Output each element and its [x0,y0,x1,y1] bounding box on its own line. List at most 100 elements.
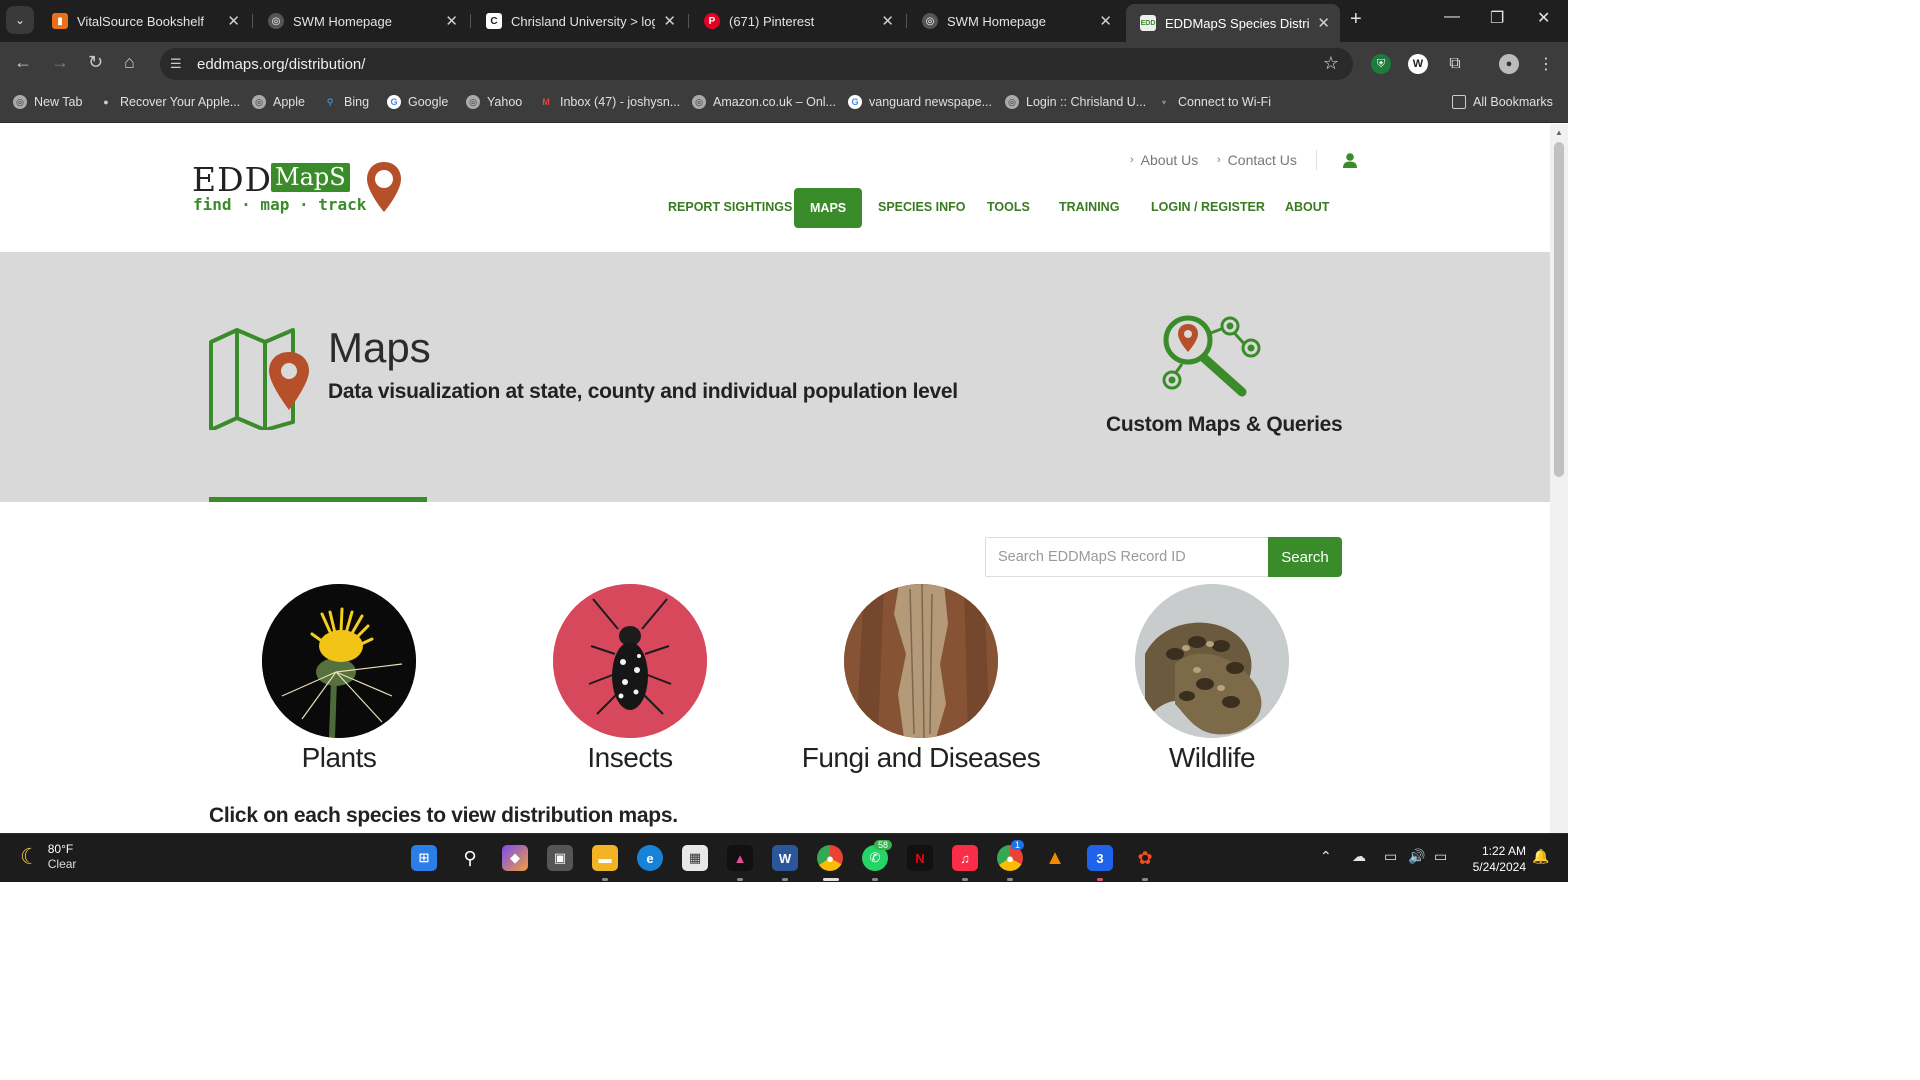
page-scrollbar[interactable]: ▲ [1550,124,1568,833]
nav-species-info[interactable]: SPECIES INFO [878,200,966,214]
close-tab-icon[interactable]: ✕ [663,12,676,30]
bookmark-vanguard[interactable]: Gvanguard newspape... [848,95,992,109]
close-tab-icon[interactable]: ✕ [445,12,458,30]
bookmark-bing[interactable]: ⚲ Bing [323,95,369,109]
custom-maps-queries-icon[interactable] [1158,312,1268,404]
windows-start-icon[interactable]: ⊞ [411,845,437,871]
onedrive-icon[interactable]: ☁ [1352,848,1366,865]
weather-widget[interactable]: ☾ 80°F Clear [20,842,76,872]
search-button[interactable]: Search [1268,537,1342,577]
new-tab-button[interactable]: + [1350,8,1362,31]
tab-search-button[interactable]: ⌄ [6,6,34,34]
eddmaps-logo[interactable]: EDD MapS find · map · track [192,160,407,220]
globe-icon: ◎ [922,13,938,29]
fungi-diseases-image[interactable] [844,584,998,738]
edge-icon[interactable]: e [637,845,663,871]
record-id-search-box[interactable] [985,537,1270,577]
tab-chrisland[interactable]: C Chrisland University > login ✕ [472,6,686,36]
extensions-puzzle-icon[interactable]: ⧉ [1445,54,1465,74]
bookmark-new-tab[interactable]: ◎ New Tab [13,95,82,109]
custom-maps-queries-label[interactable]: Custom Maps & Queries [1106,413,1343,437]
restore-icon[interactable]: ❐ [1490,8,1504,28]
bookmark-gmail-inbox[interactable]: M Inbox (47) - joshysn... [539,95,680,109]
google-icon: G [387,95,401,109]
close-tab-icon[interactable]: ✕ [881,12,894,30]
netflix-icon[interactable]: N [907,845,933,871]
category-label[interactable]: Fungi and Diseases [771,742,1071,774]
category-fungi-diseases[interactable]: Fungi and Diseases [771,584,1071,774]
profile-avatar[interactable]: ● [1499,54,1519,74]
microsoft-store-icon[interactable]: ▦ [682,845,708,871]
system-clock[interactable]: 1:22 AM 5/24/2024 [1464,843,1526,875]
bookmark-recover-apple[interactable]: ● Recover Your Apple... [99,95,240,109]
affinity-icon[interactable]: ▲ [727,845,753,871]
wildlife-image[interactable] [1135,584,1289,738]
close-window-icon[interactable]: ✕ [1537,8,1550,28]
chrome-icon[interactable]: ● [817,845,843,871]
all-bookmarks-button[interactable]: All Bookmarks [1452,95,1553,109]
close-tab-icon[interactable]: ✕ [227,12,240,30]
notification-bell-icon[interactable]: 🔔 [1532,848,1549,865]
apple-music-icon[interactable]: ♫ [952,845,978,871]
apple-icon: ● [103,97,109,107]
home-icon[interactable]: ⌂ [124,52,135,73]
url-text[interactable]: eddmaps.org/distribution/ [197,56,365,73]
tab-pinterest[interactable]: P (671) Pinterest ✕ [690,6,904,36]
address-bar[interactable]: ☰ eddmaps.org/distribution/ ☆ [160,48,1353,80]
insects-image[interactable] [553,584,707,738]
tab-eddmaps[interactable]: EDD EDDMapS Species Distribu ✕ [1126,4,1340,42]
nav-tools[interactable]: TOOLS [987,200,1030,214]
task-view-icon[interactable]: ▣ [547,845,573,871]
figma-icon[interactable]: ✿ [1132,845,1158,871]
monitor-icon[interactable]: ▭ [1384,848,1397,865]
nav-login-register[interactable]: LOGIN / REGISTER [1151,200,1265,214]
nav-maps[interactable]: MAPS [794,188,863,228]
about-us-link[interactable]: › About Us [1130,152,1198,168]
plants-image[interactable] [262,584,416,738]
category-wildlife[interactable]: Wildlife [1062,584,1362,774]
category-insects[interactable]: Insects [480,584,780,774]
minimize-icon[interactable]: — [1444,8,1460,26]
tab-swm-homepage-1[interactable]: ◎ SWM Homepage ✕ [254,6,468,36]
search-icon[interactable]: ⚲ [457,845,483,871]
back-icon[interactable]: ← [14,52,32,73]
volume-icon[interactable]: 🔊 [1408,848,1425,865]
category-label[interactable]: Insects [480,742,780,774]
category-label[interactable]: Plants [189,742,489,774]
forward-icon[interactable]: → [51,52,69,73]
tab-swm-homepage-2[interactable]: ◎ SWM Homepage ✕ [908,6,1122,36]
scrollbar-thumb[interactable] [1554,142,1564,477]
extension-w-icon[interactable]: W [1408,54,1428,74]
record-id-search-input[interactable] [986,538,1269,576]
nav-about[interactable]: ABOUT [1285,200,1329,214]
tab-vitalsource[interactable]: ▮ VitalSource Bookshelf ✕ [38,6,250,36]
word-icon[interactable]: W [772,845,798,871]
vlc-icon[interactable]: ▲ [1042,845,1068,871]
close-tab-icon[interactable]: ✕ [1317,14,1330,32]
user-account-icon[interactable] [1342,152,1358,168]
file-explorer-icon[interactable]: ▬ [592,845,618,871]
bookmark-connect-wifi[interactable]: ♆ Connect to Wi-Fi [1157,95,1271,109]
category-label[interactable]: Wildlife [1062,742,1362,774]
extension-shield-icon[interactable]: ⛨ [1371,54,1391,74]
bookmark-chrisland-login[interactable]: ◎ Login :: Chrisland U... [1005,95,1146,109]
category-plants[interactable]: Plants [189,584,489,774]
reload-icon[interactable]: ↻ [88,52,103,73]
nav-training[interactable]: TRAINING [1059,200,1119,214]
scroll-up-icon[interactable]: ▲ [1555,128,1563,137]
chevron-up-icon[interactable]: ⌃ [1320,848,1332,865]
bookmark-star-icon[interactable]: ☆ [1323,53,1339,74]
nav-report-sightings[interactable]: REPORT SIGHTINGS [668,200,792,214]
bookmark-yahoo[interactable]: ◎ Yahoo [466,95,522,109]
contact-us-link[interactable]: › Contact Us [1217,152,1297,168]
browser-tab-bar: ⌄ ▮ VitalSource Bookshelf ✕ ◎ SWM Homepa… [0,0,1568,42]
bookmark-amazon[interactable]: ◎ Amazon.co.uk – Onl... [692,95,836,109]
css3-icon[interactable]: 3 [1087,845,1113,871]
battery-icon[interactable]: ▭ [1434,848,1447,865]
site-info-icon[interactable]: ☰ [170,56,182,72]
close-tab-icon[interactable]: ✕ [1099,12,1112,30]
bookmark-google[interactable]: G Google [387,95,448,109]
bookmark-apple[interactable]: ◎ Apple [252,95,305,109]
browser-menu-icon[interactable]: ⋮ [1536,54,1556,74]
copilot-icon[interactable]: ◆ [502,845,528,871]
